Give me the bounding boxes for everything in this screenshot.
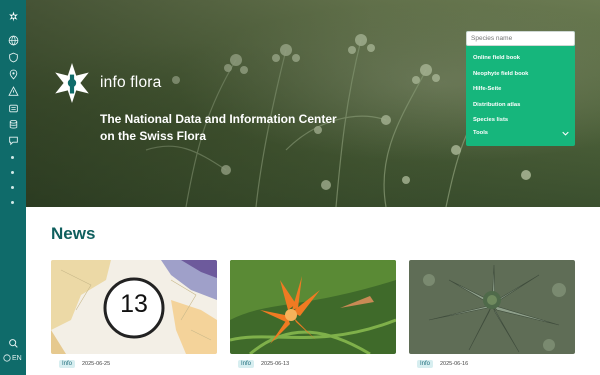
flower-logo-icon (55, 63, 89, 103)
news-card-date: 2025-06-25 (82, 361, 111, 367)
news-card[interactable]: Info 2025-06-13 (230, 260, 396, 375)
news-card-date: 2025-06-13 (261, 361, 290, 367)
news-card-tag[interactable]: Info (238, 360, 255, 368)
species-search-panel: Online field book Neophyte field book Hi… (466, 31, 575, 146)
news-card-image (230, 260, 396, 354)
menu-item-distribution-atlas[interactable]: Distribution atlas (473, 100, 528, 116)
quick-links-menu: Online field book Neophyte field book Hi… (473, 53, 528, 131)
globe-icon[interactable] (6, 33, 20, 47)
menu-item-neophyte-field-book[interactable]: Neophyte field book (473, 69, 528, 85)
list-icon[interactable] (6, 101, 20, 115)
chevron-down-icon (562, 131, 569, 136)
home-logo-icon[interactable] (6, 9, 20, 23)
hero-tagline: The National Data and Information Center… (100, 112, 337, 143)
brand-logo[interactable]: info flora (50, 62, 161, 104)
pin-icon[interactable] (6, 67, 20, 81)
hero-banner: info flora The National Data and Informa… (26, 0, 600, 207)
language-globe-icon (3, 354, 11, 362)
shield-icon[interactable] (6, 50, 20, 64)
rail-dot[interactable] (11, 171, 14, 174)
news-card[interactable]: 13 Info 2025-06-25 (51, 260, 217, 375)
rail-dot[interactable] (11, 201, 14, 204)
menu-item-online-field-book[interactable]: Online field book (473, 53, 528, 69)
news-card-tag[interactable]: Info (417, 360, 434, 368)
tools-label: Tools (473, 130, 489, 136)
rail-dot[interactable] (11, 156, 14, 159)
menu-item-species-lists[interactable]: Species lists (473, 115, 528, 131)
tools-dropdown[interactable]: Tools (473, 130, 569, 136)
news-card-image: 13 (51, 260, 217, 354)
database-icon[interactable] (6, 117, 20, 131)
chat-icon[interactable] (6, 133, 20, 147)
language-label: EN (12, 354, 22, 362)
rail-dot[interactable] (11, 186, 14, 189)
species-search-input[interactable] (466, 31, 575, 46)
news-card-image (409, 260, 575, 354)
warning-icon[interactable] (6, 84, 20, 98)
news-card[interactable]: Info 2025-06-16 (409, 260, 575, 375)
brand-name: info flora (100, 74, 162, 91)
language-switcher[interactable]: EN (3, 354, 22, 362)
news-card-date: 2025-06-16 (440, 361, 469, 367)
menu-item-hilfe-seite[interactable]: Hilfe-Seite (473, 84, 528, 100)
news-heading: News (51, 224, 96, 243)
side-rail: EN (0, 0, 26, 375)
search-icon[interactable] (6, 336, 20, 350)
news-card-badge-number: 13 (120, 290, 148, 318)
news-card-tag[interactable]: Info (59, 360, 76, 368)
